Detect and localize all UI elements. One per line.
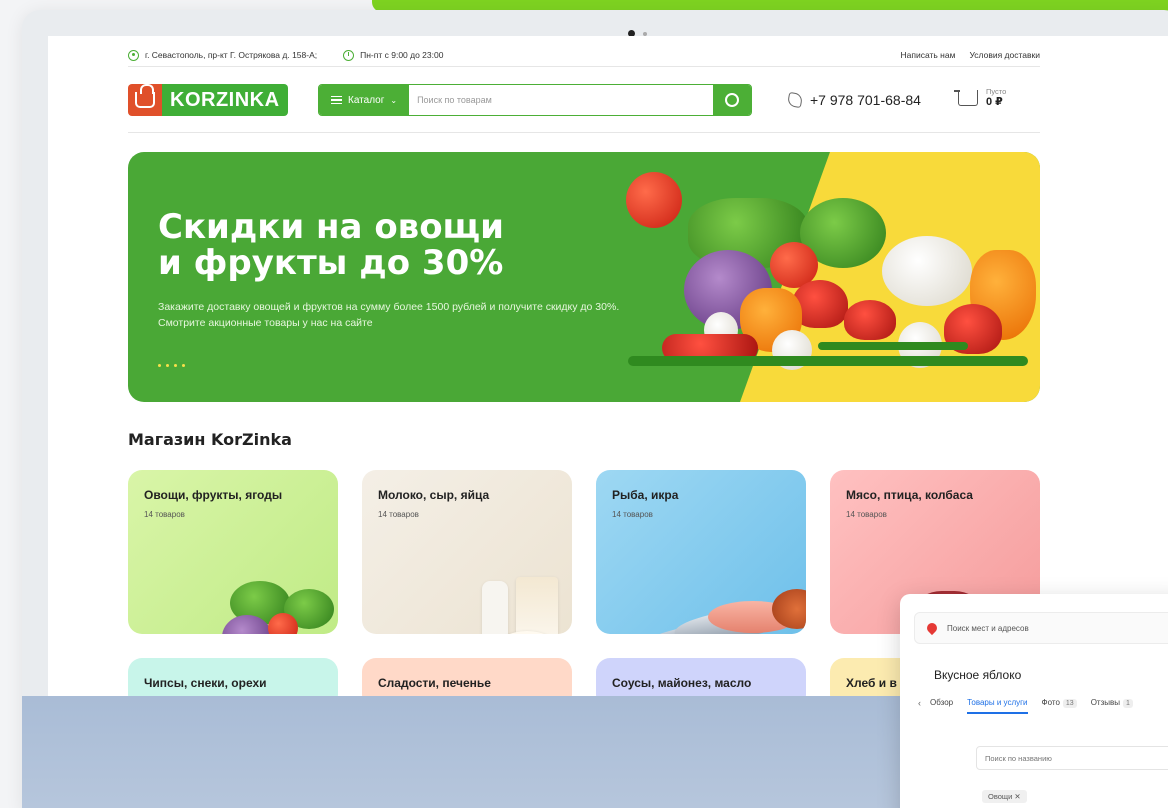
search-icon: [725, 93, 739, 107]
top-info-bar: г. Севастополь, пр-кт Г. Острякова д. 15…: [128, 44, 1040, 66]
hours-text: Пн-пт с 9:00 до 23:00: [360, 50, 444, 60]
tab-label: Отзывы: [1090, 698, 1121, 707]
search-input[interactable]: [409, 85, 713, 115]
phone-link[interactable]: +7 978 701-68-84: [786, 91, 921, 109]
banner-text: Закажите доставку овощей и фруктов на су…: [158, 301, 620, 329]
divider: [128, 132, 1040, 133]
contact-link[interactable]: Написать нам: [900, 50, 955, 60]
goods-search-input[interactable]: [976, 746, 1168, 770]
address-text: г. Севастополь, пр-кт Г. Острякова д. 15…: [145, 50, 318, 60]
menu-icon: [331, 96, 342, 104]
logo-text: KORZINKA: [162, 84, 288, 116]
banner-pagination[interactable]: [158, 364, 185, 367]
phone-icon: [786, 91, 804, 109]
basket-logo-icon: [128, 84, 162, 116]
address-group: г. Севастополь, пр-кт Г. Острякова д. 15…: [128, 49, 318, 61]
category-card-vegetables[interactable]: Овощи, фрукты, ягоды 14 товаров: [128, 470, 338, 634]
category-count: 14 товаров: [612, 510, 653, 519]
location-icon: [128, 49, 139, 61]
category-name: Чипсы, снеки, орехи: [144, 676, 267, 690]
photos-count-badge: 13: [1062, 699, 1077, 708]
banner-title-line: Скидки на овощи: [158, 207, 504, 247]
chevron-left-icon[interactable]: ‹: [918, 698, 921, 708]
delivery-terms-link[interactable]: Условия доставки: [969, 50, 1040, 60]
clock-icon: [343, 49, 355, 61]
catalog-label: Каталог: [348, 94, 385, 106]
place-tabs: Обзор Товары и услуги Фото 13 Отзывы 1: [930, 698, 1133, 714]
banner-title: Скидки на овощи и фрукты до 30%: [158, 207, 618, 283]
map-search-placeholder: Поиск мест и адресов: [947, 623, 1029, 633]
tab-overview[interactable]: Обзор: [930, 698, 953, 707]
search-bar: Каталог ⌄: [318, 84, 752, 116]
category-count: 14 товаров: [846, 510, 887, 519]
search-button[interactable]: [713, 85, 751, 115]
tab-photos[interactable]: Фото 13: [1041, 698, 1077, 708]
divider: [128, 66, 1040, 67]
category-count: 14 товаров: [378, 510, 419, 519]
cart-icon: [954, 90, 978, 107]
tab-reviews[interactable]: Отзывы 1: [1090, 698, 1133, 708]
category-card-sauces[interactable]: Соусы, майонез, масло: [596, 658, 806, 696]
category-name: Соусы, майонез, масло: [612, 676, 752, 690]
category-name: Овощи, фрукты, ягоды: [144, 488, 283, 502]
category-card-dairy[interactable]: Молоко, сыр, яйца 14 товаров: [362, 470, 572, 634]
top-links: Написать нам Условия доставки: [900, 50, 1040, 60]
map-search-bar[interactable]: Поиск мест и адресов: [914, 612, 1168, 644]
tab-label: Фото: [1041, 698, 1060, 707]
category-card-sweets[interactable]: Сладости, печенье: [362, 658, 572, 696]
category-name: Рыба, икра: [612, 488, 679, 502]
filter-chip-vegetables[interactable]: Овощи ✕: [982, 790, 1027, 803]
category-name: Мясо, птица, колбаса: [846, 488, 973, 502]
slide-dot[interactable]: [643, 31, 647, 36]
catalog-button[interactable]: Каталог ⌄: [319, 85, 410, 115]
hours-group: Пн-пт с 9:00 до 23:00: [343, 49, 444, 61]
banner-title-line: и фрукты до 30%: [158, 242, 504, 283]
map-place-widget: Поиск мест и адресов Вкусное яблоко ‹ Об…: [900, 594, 1168, 808]
cart-total: 0 ₽: [986, 96, 1003, 109]
chevron-down-icon: ⌄: [390, 95, 398, 105]
tab-goods-services[interactable]: Товары и услуги: [967, 698, 1028, 714]
map-pin-icon: [924, 620, 940, 636]
store-section-title: Магазин KorZinka: [128, 430, 292, 449]
category-card-snacks[interactable]: Чипсы, снеки, орехи: [128, 658, 338, 696]
reviews-count-badge: 1: [1123, 699, 1133, 708]
place-name: Вкусное яблоко: [934, 668, 1022, 682]
promo-banner[interactable]: Скидки на овощи и фрукты до 30% Закажите…: [128, 152, 1040, 402]
category-name: Сладости, печенье: [378, 676, 491, 690]
site-logo[interactable]: KORZINKA: [128, 84, 288, 116]
cart-button[interactable]: Пусто 0 ₽: [954, 87, 1007, 109]
category-count: 14 товаров: [144, 510, 185, 519]
cart-status: Пусто: [986, 87, 1007, 96]
category-card-fish[interactable]: Рыба, икра 14 товаров: [596, 470, 806, 634]
category-name: Молоко, сыр, яйца: [378, 488, 490, 502]
phone-number: +7 978 701-68-84: [810, 92, 921, 108]
